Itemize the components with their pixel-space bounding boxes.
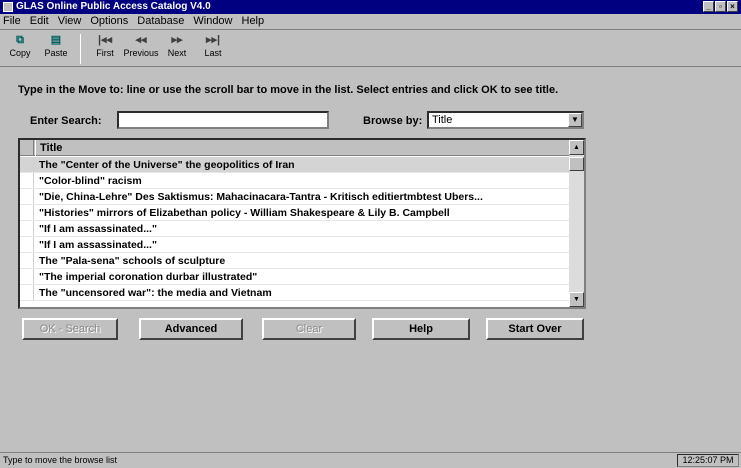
advanced-button[interactable]: Advanced [139, 318, 243, 340]
browse-by-select[interactable]: Title ▼ [427, 111, 584, 129]
last-icon: ▸▸| [205, 34, 221, 46]
menu-edit[interactable]: Edit [27, 14, 55, 28]
previous-button[interactable]: ◂◂ Previous [123, 32, 159, 66]
list-item[interactable]: "Histories" mirrors of Elizabethan polic… [20, 205, 571, 221]
action-buttons: OK - Search Advanced Clear Help Start Ov… [22, 318, 592, 342]
menu-help[interactable]: Help [239, 14, 271, 28]
list-item[interactable]: "Color-blind" racism [20, 173, 571, 189]
list-item[interactable]: The "Pala-sena" schools of sculpture [20, 253, 571, 269]
copy-button[interactable]: ⧉ Copy [2, 32, 38, 66]
search-label: Enter Search: [30, 115, 102, 127]
help-button[interactable]: Help [372, 318, 470, 340]
app-icon [3, 2, 13, 12]
previous-icon: ◂◂ [135, 34, 147, 46]
row-selector[interactable] [20, 189, 34, 204]
list-rows: The "Center of the Universe" the geopoli… [20, 157, 571, 301]
next-button[interactable]: ▸▸ Next [159, 32, 195, 66]
list-item-title: "Histories" mirrors of Elizabethan polic… [39, 207, 450, 219]
list-item[interactable]: The "Center of the Universe" the geopoli… [20, 157, 571, 173]
scroll-down-icon[interactable]: ▼ [569, 292, 584, 307]
list-header: Title [20, 140, 571, 156]
minimize-icon[interactable]: _ [703, 1, 714, 12]
menu-bar: File Edit View Options Database Window H… [0, 14, 741, 28]
status-bar: Type to move the browse list 12:25:07 PM [0, 452, 741, 468]
status-text: Type to move the browse list [3, 455, 118, 465]
title-bar: GLAS Online Public Access Catalog V4.0 _… [0, 0, 741, 14]
chevron-down-icon[interactable]: ▼ [568, 113, 582, 127]
list-item-title: "Die, China-Lehre" Des Saktismus: Mahaci… [39, 191, 483, 203]
list-item[interactable]: "Die, China-Lehre" Des Saktismus: Mahaci… [20, 189, 571, 205]
menu-options[interactable]: Options [87, 14, 134, 28]
list-item-title: "If I am assassinated..." [39, 239, 157, 251]
list-item-title: "If I am assassinated..." [39, 223, 157, 235]
menu-database[interactable]: Database [134, 14, 190, 28]
clear-button[interactable]: Clear [262, 318, 356, 340]
toolbar: ⧉ Copy ▤ Paste |◂◂ First ◂◂ Previous ▸▸ … [0, 29, 741, 67]
list-item-title: The "uncensored war": the media and Viet… [39, 287, 272, 299]
title-list[interactable]: Title The "Center of the Universe" the g… [18, 138, 586, 309]
first-button[interactable]: |◂◂ First [87, 32, 123, 66]
scroll-up-icon[interactable]: ▲ [569, 140, 584, 155]
scroll-thumb[interactable] [569, 157, 584, 171]
browse-by-value: Title [432, 114, 453, 126]
first-icon: |◂◂ [97, 34, 113, 46]
close-icon[interactable]: × [727, 1, 738, 12]
row-selector[interactable] [20, 157, 34, 172]
ok-search-button[interactable]: OK - Search [22, 318, 118, 340]
first-label: First [96, 48, 114, 58]
list-item[interactable]: "If I am assassinated..." [20, 237, 571, 253]
copy-label: Copy [9, 48, 31, 58]
toolbar-separator [80, 34, 81, 64]
vertical-scrollbar[interactable]: ▲ ▼ [569, 140, 584, 307]
row-selector[interactable] [20, 253, 34, 268]
status-time: 12:25:07 PM [677, 454, 739, 467]
paste-label: Paste [44, 48, 68, 58]
window-controls: _ ▫ × [703, 1, 738, 12]
list-item[interactable]: "If I am assassinated..." [20, 221, 571, 237]
list-item[interactable]: "The imperial coronation durbar illustra… [20, 269, 571, 285]
menu-file[interactable]: File [0, 14, 27, 28]
last-button[interactable]: ▸▸| Last [195, 32, 231, 66]
next-icon: ▸▸ [171, 34, 183, 46]
row-selector[interactable] [20, 269, 34, 284]
row-selector[interactable] [20, 285, 34, 300]
last-label: Last [204, 48, 222, 58]
header-corner [20, 140, 34, 156]
paste-icon: ▤ [50, 34, 62, 46]
list-item[interactable]: The "uncensored war": the media and Viet… [20, 285, 571, 301]
list-item-title: The "Pala-sena" schools of sculpture [39, 255, 226, 267]
window-title: GLAS Online Public Access Catalog V4.0 [16, 1, 211, 12]
row-selector[interactable] [20, 205, 34, 220]
row-selector[interactable] [20, 237, 34, 252]
menu-window[interactable]: Window [190, 14, 238, 28]
list-item-title: "Color-blind" racism [39, 175, 142, 187]
app-window: GLAS Online Public Access Catalog V4.0 _… [0, 0, 741, 468]
paste-button[interactable]: ▤ Paste [38, 32, 74, 66]
instructions-text: Type in the Move to: line or use the scr… [18, 84, 559, 96]
menu-view[interactable]: View [55, 14, 88, 28]
start-over-button[interactable]: Start Over [486, 318, 584, 340]
previous-label: Previous [123, 48, 159, 58]
column-header-title[interactable]: Title [35, 140, 571, 156]
browse-by-label: Browse by: [363, 115, 423, 127]
row-selector[interactable] [20, 221, 34, 236]
list-item-title: "The imperial coronation durbar illustra… [39, 271, 258, 283]
list-item-title: The "Center of the Universe" the geopoli… [39, 159, 295, 171]
restore-icon[interactable]: ▫ [715, 1, 726, 12]
next-label: Next [167, 48, 187, 58]
row-selector[interactable] [20, 173, 34, 188]
search-input[interactable] [117, 111, 329, 129]
copy-icon: ⧉ [16, 34, 24, 46]
